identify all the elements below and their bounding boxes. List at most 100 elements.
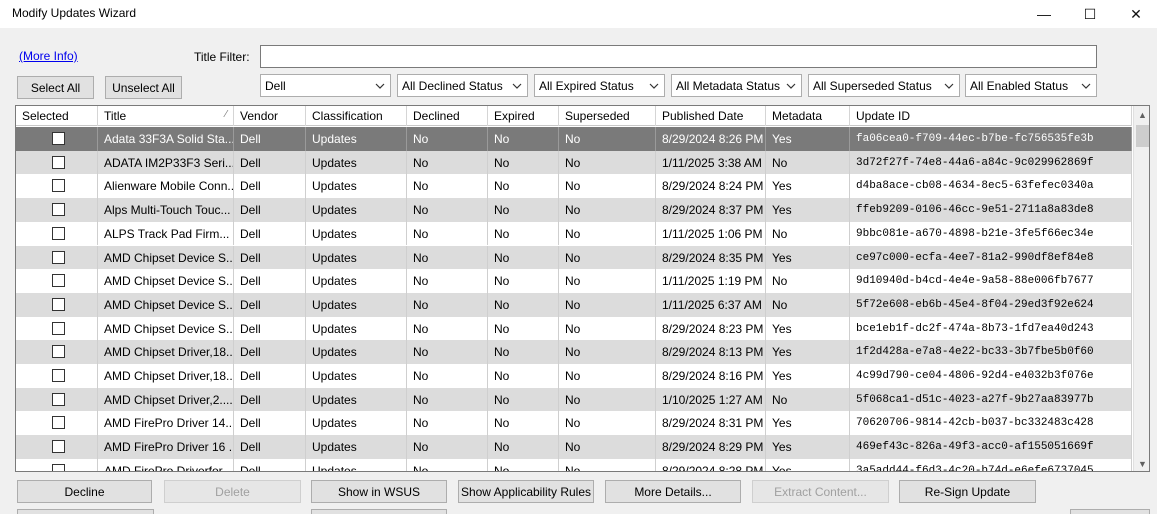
show-in-wsus-button[interactable]: Show in WSUS [311, 480, 447, 503]
table-row[interactable]: AMD Chipset Device S... Dell Updates No No No… [16, 292, 1132, 317]
maximize-icon: ☐ [1083, 5, 1097, 22]
table-row[interactable]: AMD Chipset Driver,18... Dell Updates No No N… [16, 364, 1132, 388]
metadata-cell: Yes [766, 340, 850, 364]
row-checkbox[interactable] [52, 132, 65, 145]
more-details-button[interactable]: More Details... [605, 480, 741, 503]
table-row[interactable]: AMD Chipset Device S... Dell Updates No No No… [16, 316, 1132, 341]
published-date-cell: 8/29/2024 8:29 PM [656, 435, 766, 459]
row-checkbox[interactable] [52, 155, 65, 169]
title-cell: ALPS Track Pad Firm... [98, 221, 234, 246]
table-row[interactable]: AMD FirePro Driver 16 ... Dell Updates No No… [16, 435, 1132, 459]
vendor-combo[interactable]: Dell [260, 74, 391, 97]
metadata-cell: Yes [766, 458, 850, 471]
superseded-cell: No [559, 150, 656, 175]
superseded-status-combo[interactable]: All Superseded Status [808, 74, 960, 97]
scroll-thumb[interactable] [1136, 125, 1149, 147]
column-declined-header[interactable]: Declined [407, 106, 488, 126]
vendor-cell: Dell [234, 411, 306, 436]
metadata-status-combo[interactable]: All Metadata Status [671, 74, 802, 97]
column-update-id-header[interactable]: Update ID [850, 106, 1132, 126]
decline-button[interactable]: Decline [17, 480, 152, 503]
declined-cell: No [407, 458, 488, 471]
title-cell: Alienware Mobile Conn... [98, 174, 234, 199]
title-cell: AMD Chipset Driver,2.... [98, 387, 234, 412]
declined-status-combo[interactable]: All Declined Status [397, 74, 528, 97]
column-update-id-header-label: Update ID [856, 109, 911, 123]
column-vendor-header[interactable]: Vendor [234, 106, 306, 126]
unselect-all-button[interactable]: Unselect All [105, 76, 182, 99]
superseded-cell: No [559, 316, 656, 341]
row-checkbox[interactable] [52, 179, 65, 193]
table-row[interactable]: AMD FirePro Driverfor... Dell Updates No No N… [16, 458, 1132, 471]
selected-cell [16, 340, 98, 364]
title-filter-input[interactable] [260, 45, 1097, 68]
table-row[interactable]: AMD Chipset Driver,2.... Dell Updates No No N… [16, 387, 1132, 412]
superseded-cell: No [559, 411, 656, 436]
title-cell: AMD Chipset Driver,18... [98, 364, 234, 388]
classification-cell: Updates [306, 292, 407, 317]
more-info-link[interactable]: (More Info) [19, 49, 78, 63]
row-checkbox[interactable] [52, 203, 65, 217]
table-row[interactable]: AMD Chipset Driver,18... Dell Updates No No N… [16, 340, 1132, 364]
row-checkbox[interactable] [52, 463, 65, 471]
column-selected-header[interactable]: Selected [16, 106, 98, 126]
column-published-date-header[interactable]: Published Date [656, 106, 766, 126]
title-cell: AMD FirePro Driver 14.... [98, 411, 234, 436]
table-row[interactable]: AMD Chipset Device S... Dell Updates No No No… [16, 245, 1132, 270]
classification-cell: Updates [306, 387, 407, 412]
row-checkbox[interactable] [52, 369, 65, 382]
select-all-button[interactable]: Select All [17, 76, 94, 99]
row-checkbox[interactable] [52, 274, 65, 288]
published-date-cell: 1/11/2025 1:19 PM [656, 269, 766, 293]
row-checkbox[interactable] [52, 226, 65, 240]
published-date-cell: 8/29/2024 8:37 PM [656, 198, 766, 222]
enabled-status-combo[interactable]: All Enabled Status [965, 74, 1097, 97]
superseded-cell: No [559, 269, 656, 293]
row-checkbox[interactable] [52, 416, 65, 430]
row-checkbox[interactable] [52, 321, 65, 335]
column-classification-header[interactable]: Classification [306, 106, 407, 126]
row-checkbox[interactable] [52, 345, 65, 359]
classification-cell: Updates [306, 150, 407, 175]
column-selected-header-label: Selected [22, 109, 69, 123]
metadata-cell: Yes [766, 198, 850, 222]
update-id-cell: 3a5add44-f6d3-4c20-b74d-e6efe6737045 [850, 458, 1132, 471]
scroll-up-icon[interactable]: ▲ [1134, 106, 1149, 123]
delete-button[interactable]: Delete [164, 480, 301, 503]
row-checkbox[interactable] [52, 392, 65, 406]
published-date-cell: 1/11/2025 6:37 AM [656, 292, 766, 317]
maximize-button[interactable]: ☐ [1067, 0, 1113, 28]
vendor-cell: Dell [234, 221, 306, 246]
table-row[interactable]: AMD FirePro Driver 14.... Dell Updates No No… [16, 411, 1132, 436]
window-title: Modify Updates Wizard [12, 6, 137, 20]
table-row[interactable]: Adata 33F3A Solid Sta... Dell Updates No No N… [16, 127, 1132, 151]
vertical-scrollbar[interactable]: ▲ ▼ [1133, 106, 1149, 471]
table-row[interactable]: Alienware Mobile Conn... Dell Updates No No N… [16, 174, 1132, 199]
table-row[interactable]: AMD Chipset Device S... Dell Updates No No No… [16, 269, 1132, 293]
close-button[interactable]: ✕ [1113, 0, 1157, 28]
table-row[interactable]: Alps Multi-Touch Touc... Dell Updates No No N… [16, 198, 1132, 222]
minimize-button[interactable]: — [1021, 0, 1067, 28]
column-title-header[interactable]: Title ⁄ [98, 106, 234, 126]
row-checkbox[interactable] [52, 297, 65, 311]
declined-cell: No [407, 387, 488, 412]
extract-content-button[interactable]: Extract Content... [752, 480, 889, 503]
update-id-cell: 70620706-9814-42cb-b037-bc332483c428 [850, 411, 1132, 436]
scroll-down-icon[interactable]: ▼ [1134, 455, 1149, 471]
show-applicability-rules-button[interactable]: Show Applicability Rules [458, 480, 594, 503]
row-checkbox[interactable] [52, 250, 65, 264]
column-expired-header[interactable]: Expired [488, 106, 559, 126]
column-vendor-header-label: Vendor [240, 109, 279, 123]
row-checkbox[interactable] [52, 440, 65, 454]
declined-cell: No [407, 435, 488, 459]
declined-cell: No [407, 340, 488, 364]
column-superseded-header[interactable]: Superseded [559, 106, 656, 126]
expired-status-combo[interactable]: All Expired Status [534, 74, 665, 97]
declined-cell: No [407, 269, 488, 293]
table-row[interactable]: ALPS Track Pad Firm... Dell Updates No No No 1… [16, 221, 1132, 246]
column-metadata-header[interactable]: Metadata [766, 106, 850, 126]
vendor-cell: Dell [234, 340, 306, 364]
table-row[interactable]: ADATA IM2P33F3 Seri... Dell Updates No No No 1… [16, 150, 1132, 175]
selected-cell [16, 292, 98, 317]
re-sign-update-button[interactable]: Re-Sign Update [899, 480, 1036, 503]
